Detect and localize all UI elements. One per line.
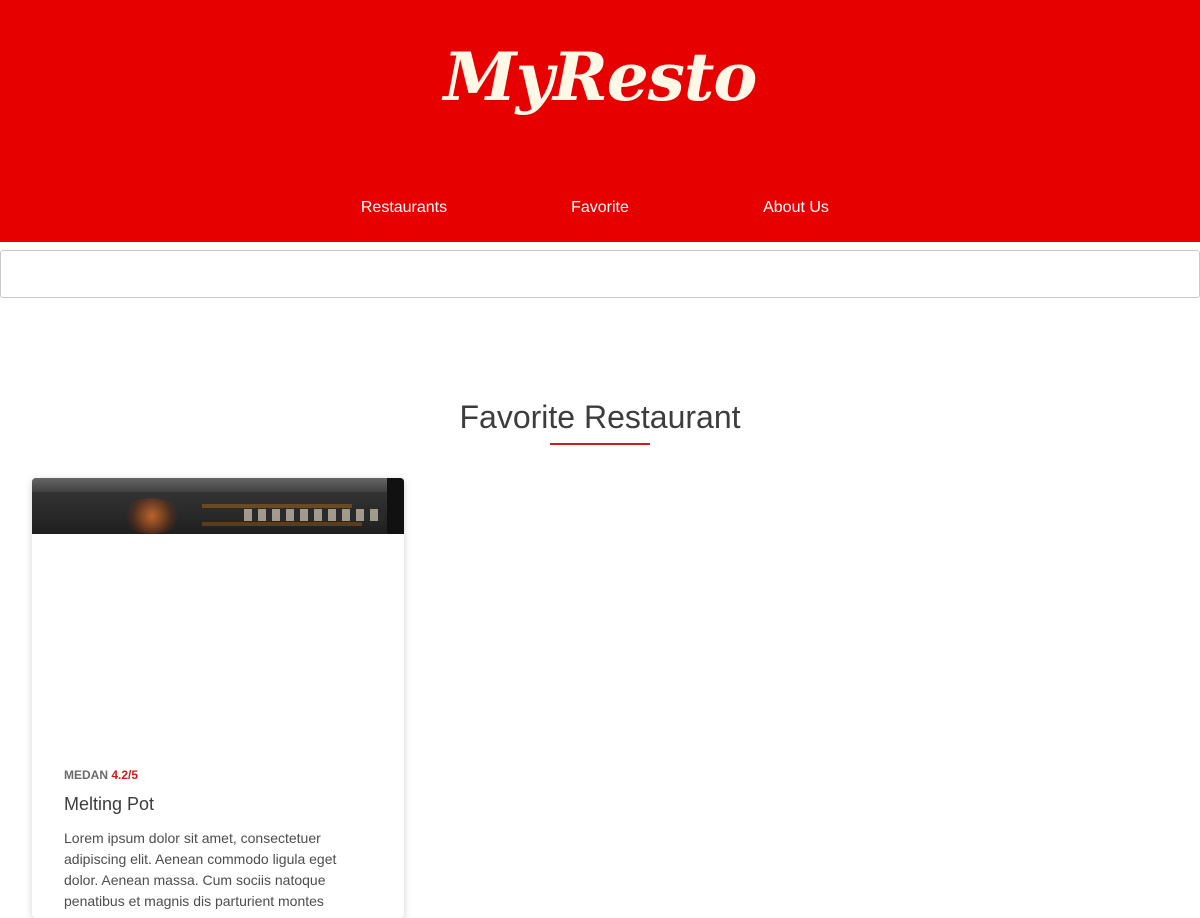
site-logo[interactable]: MyResto <box>0 38 1200 117</box>
restaurant-name[interactable]: Melting Pot <box>64 792 154 816</box>
image-detail-light <box>122 498 182 534</box>
search-input[interactable] <box>0 250 1200 298</box>
image-detail-chalkboard <box>387 478 404 534</box>
image-detail-shelf <box>202 504 352 508</box>
restaurant-meta: MEDAN 4.2/5 <box>64 768 138 782</box>
main-nav: Restaurants Favorite About Us <box>0 196 1200 220</box>
section-title-underline <box>550 443 650 445</box>
nav-link-restaurants[interactable]: Restaurants <box>306 196 502 220</box>
restaurant-card[interactable]: MEDAN 4.2/5 Melting Pot Lorem ipsum dolo… <box>32 478 404 918</box>
site-header: MyResto Restaurants Favorite About Us <box>0 0 1200 242</box>
image-detail-shelf-lower <box>202 522 362 526</box>
section-title: Favorite Restaurant <box>459 399 741 435</box>
nav-link-about-us[interactable]: About Us <box>698 196 894 220</box>
image-detail-pipe <box>32 478 404 492</box>
restaurant-city: MEDAN <box>64 768 108 782</box>
restaurant-rating: 4.2/5 <box>111 768 139 782</box>
restaurant-image <box>32 478 404 534</box>
nav-link-favorite[interactable]: Favorite <box>502 196 698 220</box>
image-detail-jars <box>244 509 384 521</box>
restaurant-description: Lorem ipsum dolor sit amet, consectetuer… <box>64 830 337 909</box>
